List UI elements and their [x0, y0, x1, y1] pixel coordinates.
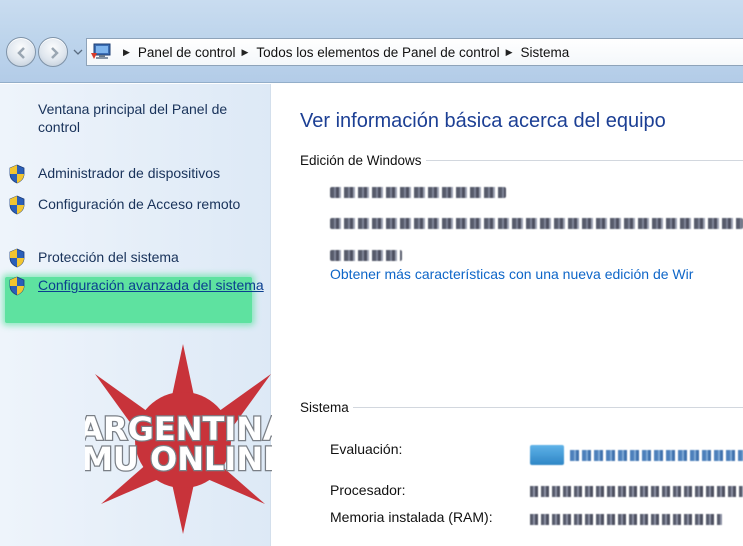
control-panel-home-link[interactable]: Ventana principal del Panel de control [38, 100, 263, 136]
redacted-edition-name [330, 187, 506, 198]
uac-shield-icon [9, 276, 25, 296]
uac-shield-icon [9, 248, 25, 268]
section-divider [352, 407, 743, 408]
windows-edition-section-header: Edición de Windows [300, 153, 743, 168]
redacted-service-pack [330, 250, 402, 261]
task-pane: Ventana principal del Panel de control A… [0, 84, 280, 546]
breadcrumb-item-panel[interactable]: ▶ Panel de control [117, 45, 236, 60]
svg-text:MU ONLINE: MU ONLINE [85, 440, 280, 478]
uac-shield-icon [9, 164, 25, 184]
chevron-right-icon: ▶ [123, 46, 130, 57]
argentina-mu-online-logo: ARGENTINA MU ONLINE [85, 344, 280, 534]
recent-pages-dropdown-icon[interactable] [73, 47, 83, 57]
redacted-processor-value [530, 486, 743, 497]
address-box[interactable]: ▶ Panel de control ▶ Todos los elementos… [86, 38, 743, 66]
rating-label: Evaluación: [330, 441, 403, 457]
control-panel-icon [91, 43, 111, 59]
breadcrumb-item-system[interactable]: ▶ Sistema [500, 45, 570, 60]
redacted-ram-value [530, 514, 722, 525]
advanced-system-settings-link[interactable]: Configuración avanzada del sistema [8, 276, 266, 296]
upgrade-edition-link[interactable]: Obtener más características con una nuev… [330, 266, 693, 282]
forward-button[interactable] [38, 37, 68, 67]
main-content: Ver información básica acerca del equipo… [272, 84, 743, 546]
address-bar-region: ▶ Panel de control ▶ Todos los elementos… [0, 0, 743, 83]
remote-access-link[interactable]: Configuración de Acceso remoto [8, 195, 266, 215]
device-manager-link[interactable]: Administrador de dispositivos [8, 164, 266, 184]
chevron-right-icon: ▶ [241, 46, 249, 57]
processor-label: Procesador: [330, 482, 406, 498]
system-protection-link[interactable]: Protección del sistema [8, 248, 266, 268]
breadcrumb-item-all-items[interactable]: ▶ Todos los elementos de Panel de contro… [236, 45, 500, 60]
experience-index-badge[interactable] [530, 445, 564, 465]
page-title: Ver información básica acerca del equipo [300, 110, 666, 132]
section-divider [425, 160, 743, 161]
redacted-copyright-line [330, 218, 743, 229]
ram-label: Memoria instalada (RAM): [330, 509, 493, 525]
back-arrow-icon [17, 47, 25, 59]
system-section-header: Sistema [300, 400, 743, 415]
forward-arrow-icon [51, 47, 59, 59]
chevron-right-icon: ▶ [505, 46, 513, 57]
redacted-rating-value[interactable] [570, 450, 743, 461]
back-button[interactable] [6, 37, 36, 67]
uac-shield-icon [9, 195, 25, 215]
